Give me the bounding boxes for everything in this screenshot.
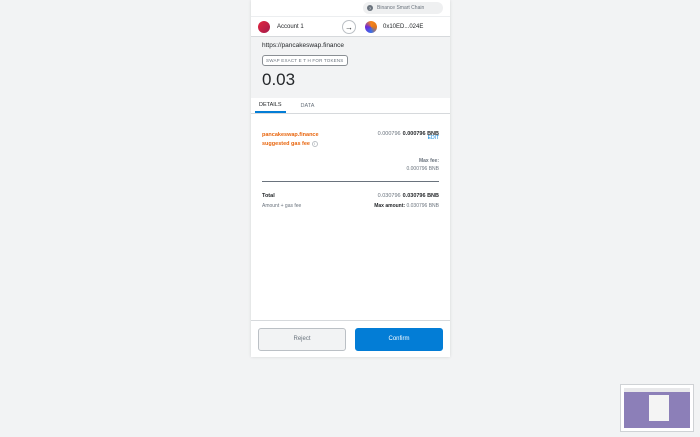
- gas-fee-label: pancakeswap.finance suggested gas fee i: [262, 131, 342, 149]
- max-fee-value: 0.000796 BNB: [406, 166, 439, 172]
- gas-fee-label-line1: pancakeswap.finance: [262, 132, 319, 138]
- to-address: 0x10ED...024E: [383, 23, 424, 30]
- max-amount: Max amount: 0.030796 BNB: [374, 203, 439, 209]
- total-sub-row: Amount + gas fee Max amount: 0.030796 BN…: [262, 203, 439, 209]
- max-fee: Max fee: 0.000796 BNB: [262, 157, 439, 173]
- total-value-primary: 0.030796 BNB: [402, 193, 439, 199]
- reject-button[interactable]: Reject: [258, 327, 346, 351]
- network-selector[interactable]: ? Binance Smart Chain: [363, 2, 443, 14]
- network-icon: ?: [367, 5, 373, 11]
- gas-fee-value-primary: 0.000796 BNB: [402, 131, 439, 137]
- divider: [262, 181, 439, 182]
- from-account[interactable]: Account 1: [251, 20, 346, 33]
- metamask-confirm-popup: ? Binance Smart Chain Account 1 → 0x10ED…: [251, 0, 450, 357]
- edit-row: EDIT: [262, 114, 439, 141]
- info-icon[interactable]: i: [311, 140, 318, 147]
- tab-details[interactable]: DETAILS: [255, 98, 286, 113]
- origin-url: https://pancakeswap.finance: [262, 42, 345, 49]
- transaction-amount: 0.03: [262, 70, 296, 89]
- total-value: 0.030796 0.030796 BNB: [378, 193, 439, 199]
- max-fee-label: Max fee:: [418, 158, 439, 164]
- action-footer: Reject Confirm: [251, 320, 450, 357]
- tab-bar: DETAILS DATA: [251, 98, 450, 114]
- transaction-summary: https://pancakeswap.finance SWAP EXACT E…: [251, 37, 450, 98]
- total-row: Total 0.030796 0.030796 BNB: [262, 193, 439, 199]
- gas-fee-label-line2: suggested gas fee: [262, 141, 310, 147]
- account-row: Account 1 → 0x10ED...024E: [251, 17, 450, 37]
- gas-fee-row: pancakeswap.finance suggested gas fee i …: [262, 131, 439, 149]
- thumbnail-titlebar: [624, 388, 690, 392]
- thumbnail-card: [649, 395, 669, 421]
- tab-data[interactable]: DATA: [297, 98, 319, 113]
- thumbnail-preview: [624, 388, 690, 428]
- to-account[interactable]: 0x10ED...024E: [365, 20, 424, 33]
- gas-fee-label-line2-wrap: suggested gas fee i: [262, 140, 342, 149]
- contract-avatar: [365, 20, 377, 33]
- arrow-right-icon: →: [342, 20, 356, 34]
- from-account-name: Account 1: [277, 23, 304, 30]
- gas-fee-value: 0.000796 0.000796 BNB: [378, 131, 439, 149]
- total-subtext: Amount + gas fee: [262, 203, 302, 209]
- gas-fee-value-secondary: 0.000796: [377, 131, 401, 137]
- total-value-secondary: 0.030796: [377, 193, 401, 199]
- method-badge: SWAP EXACT E T H FOR TOKENS: [262, 55, 348, 66]
- network-label: Binance Smart Chain: [377, 5, 425, 11]
- window-thumbnail[interactable]: [620, 384, 694, 432]
- total-label: Total: [262, 193, 275, 199]
- max-amount-value: 0.030796 BNB: [406, 203, 439, 209]
- network-strip: ? Binance Smart Chain: [251, 0, 450, 17]
- account-avatar: [258, 20, 270, 33]
- max-amount-label: Max amount:: [374, 203, 406, 209]
- confirm-button[interactable]: Confirm: [355, 327, 443, 351]
- details-panel: EDIT pancakeswap.finance suggested gas f…: [251, 114, 450, 209]
